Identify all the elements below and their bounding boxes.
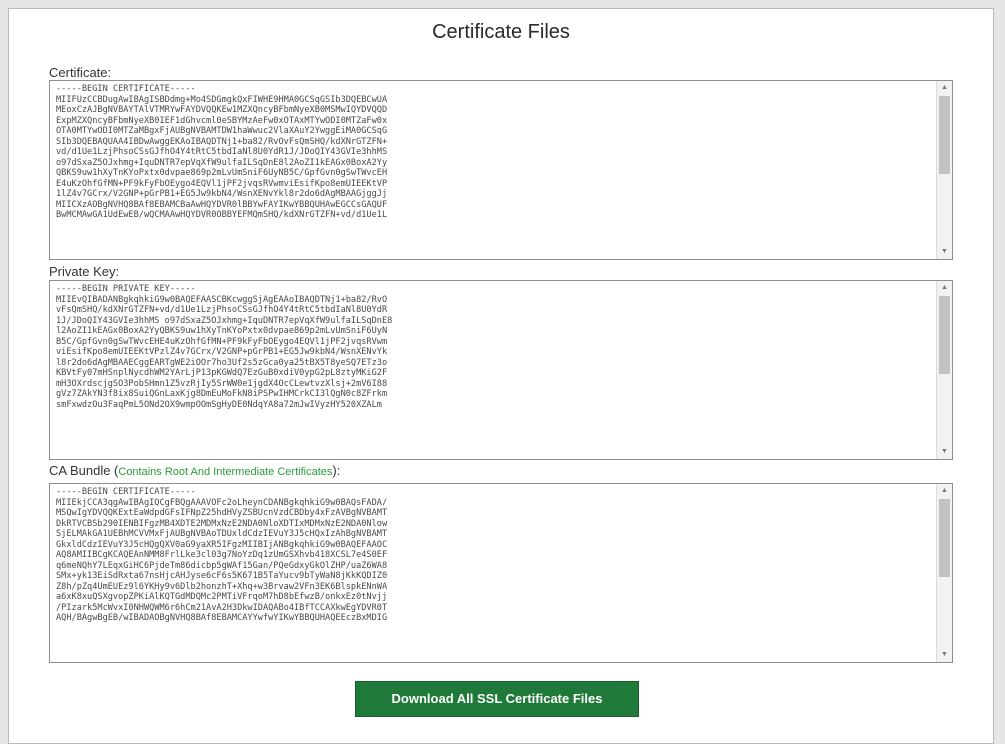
ca-bundle-scrollbar[interactable]: ▲ ▼ (936, 484, 952, 662)
certificate-label: Certificate: (49, 65, 112, 80)
scroll-thumb[interactable] (939, 296, 950, 374)
scroll-up-arrow-icon[interactable]: ▲ (937, 81, 952, 95)
scroll-down-arrow-icon[interactable]: ▼ (937, 445, 952, 459)
scroll-up-arrow-icon[interactable]: ▲ (937, 484, 952, 498)
ca-bundle-label: CA Bundle (Contains Root And Intermediat… (49, 463, 340, 478)
private-key-scrollbar[interactable]: ▲ ▼ (936, 281, 952, 459)
ca-bundle-label-start: CA Bundle ( (49, 463, 119, 478)
ca-bundle-text: -----BEGIN CERTIFICATE----- MIIEkjCCA3qg… (56, 487, 388, 623)
certificate-textarea[interactable]: -----BEGIN CERTIFICATE----- MIIFUzCCBDug… (49, 80, 953, 260)
download-all-button[interactable]: Download All SSL Certificate Files (355, 681, 639, 717)
ca-bundle-textarea[interactable]: -----BEGIN CERTIFICATE----- MIIEkjCCA3qg… (49, 483, 953, 663)
ca-bundle-label-end: ): (332, 463, 341, 478)
private-key-textarea[interactable]: -----BEGIN PRIVATE KEY----- MIIEvQIBADAN… (49, 280, 953, 460)
scroll-thumb[interactable] (939, 96, 950, 174)
scroll-down-arrow-icon[interactable]: ▼ (937, 245, 952, 259)
page-title: Certificate Files (432, 21, 570, 43)
scroll-up-arrow-icon[interactable]: ▲ (937, 281, 952, 295)
private-key-text: -----BEGIN PRIVATE KEY----- MIIEvQIBADAN… (56, 284, 393, 410)
ca-bundle-note: Contains Root And Intermediate Certifica… (118, 466, 333, 478)
private-key-label: Private Key: (49, 264, 120, 279)
certificate-text: -----BEGIN CERTIFICATE----- MIIFUzCCBDug… (56, 84, 388, 220)
scroll-thumb[interactable] (939, 499, 950, 577)
certificate-scrollbar[interactable]: ▲ ▼ (936, 81, 952, 259)
certificate-files-panel: Certificate Files Certificate: -----BEGI… (8, 8, 994, 744)
scroll-down-arrow-icon[interactable]: ▼ (937, 648, 952, 662)
